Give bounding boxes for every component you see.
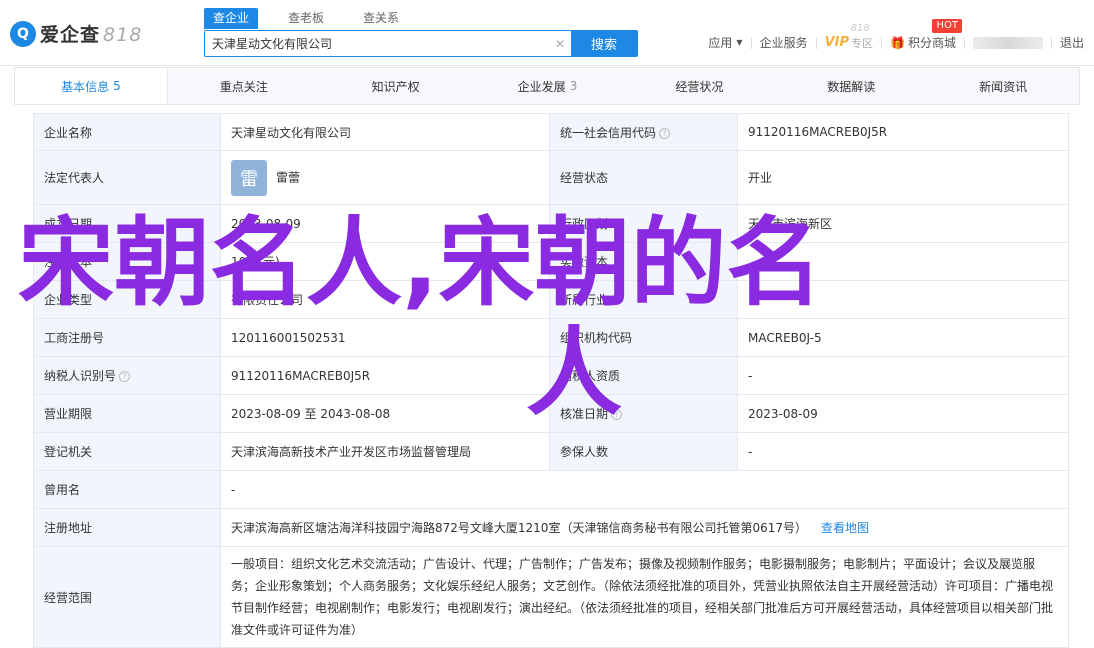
user-menu[interactable] (965, 36, 1051, 49)
search-button[interactable]: 搜索 (571, 31, 637, 56)
former-name-label: 曾用名 (33, 470, 221, 509)
help-icon[interactable]: ? (611, 409, 623, 420)
address-value: 天津滨海高新区塘沽海洋科技园宁海路872号文峰大厦1210室（天津锦信商务秘书有… (231, 521, 807, 535)
top-bar: Q 爱企查818 查企业 查老板 查关系 ✕ 搜索 应用▼ 企业服务 818 V… (0, 0, 1094, 66)
table-row: 成立日期 2023-08-09 行政区划 天津市滨海新区 (33, 204, 1069, 243)
avatar[interactable]: 雷 (231, 159, 267, 196)
est-date-value: 2023-08-09 (220, 204, 550, 243)
scope-label: 经营范围 (33, 546, 221, 648)
former-name-value: - (220, 470, 1069, 509)
table-row: 企业名称 天津星动文化有限公司 统一社会信用代码? 91120116MACREB… (33, 113, 1069, 151)
credit-code-value: 91120116MACREB0J5R (737, 113, 1069, 151)
org-code-label: 组织机构代码 (549, 318, 738, 357)
legal-rep-cell: 雷雷蕾 (220, 150, 550, 205)
address-cell: 天津滨海高新区塘沽海洋科技园宁海路872号文峰大厦1210室（天津锦信商务秘书有… (220, 508, 1069, 547)
insured-label: 参保人数 (549, 432, 738, 471)
table-row: 企业类型 有限责任公司 所属行业 (33, 280, 1069, 319)
logo-icon: Q (10, 20, 36, 47)
reg-no-label: 工商注册号 (33, 318, 221, 357)
user-name-blurred (972, 36, 1043, 49)
basic-info-table: 企业名称 天津星动文化有限公司 统一社会信用代码? 91120116MACREB… (33, 113, 1069, 648)
logout-link[interactable]: 退出 (1052, 34, 1094, 51)
tab-news[interactable]: 新闻资讯 (927, 68, 1079, 104)
company-name-label: 企业名称 (33, 113, 221, 151)
approve-date-label: 核准日期? (549, 394, 738, 433)
logo[interactable]: Q 爱企查 818 (10, 20, 142, 47)
tab-development[interactable]: 企业发展 3 (472, 68, 624, 104)
gift-icon: 🎁 (890, 35, 905, 50)
detail-tabs: 基本信息 5 重点关注 知识产权 企业发展 3 经营状况 数据解读 新闻资讯 (14, 67, 1080, 105)
vip-sub-label: 专区 (851, 36, 874, 50)
tab-operation[interactable]: 经营状况 (623, 68, 775, 104)
credit-code-label: 统一社会信用代码? (549, 113, 738, 151)
table-row: 曾用名 - (33, 470, 1069, 509)
taxpayer-id-label: 纳税人识别号? (33, 356, 221, 395)
tab-data-insight[interactable]: 数据解读 (775, 68, 927, 104)
company-type-label: 企业类型 (33, 280, 221, 319)
help-icon[interactable]: ? (119, 371, 131, 382)
taxpayer-id-value: 91120116MACREB0J5R (220, 356, 550, 395)
est-date-label: 成立日期 (33, 204, 221, 243)
company-name-value: 天津星动文化有限公司 (220, 113, 550, 151)
table-row: 工商注册号 120116001502531 组织机构代码 MACREB0J-5 (33, 318, 1069, 357)
insured-value: - (737, 432, 1069, 471)
authority-value: 天津滨海高新技术产业开发区市场监督管理局 (220, 432, 550, 471)
taxpayer-qual-label: 纳税人资质 (549, 356, 738, 395)
legal-rep-label: 法定代表人 (33, 150, 221, 205)
legal-rep-name[interactable]: 雷蕾 (276, 170, 300, 184)
tab-search-boss[interactable]: 查老板 (279, 8, 333, 29)
capital-value: 10万(元) (220, 242, 550, 281)
tab-basic-info[interactable]: 基本信息 5 (15, 68, 168, 104)
app-menu[interactable]: 应用 ▼ (700, 34, 750, 51)
vip-badge-num: 818 (850, 22, 870, 34)
address-label: 注册地址 (33, 508, 221, 547)
table-row: 注册地址 天津滨海高新区塘沽海洋科技园宁海路872号文峰大厦1210室（天津锦信… (33, 508, 1069, 547)
reg-no-value: 120116001502531 (220, 318, 550, 357)
status-label: 经营状态 (549, 150, 738, 205)
scope-value: 一般项目：组织文化艺术交流活动；广告设计、代理；广告制作；广告发布；摄像及视频制… (220, 546, 1069, 648)
clear-icon[interactable]: ✕ (549, 31, 571, 56)
logo-text: 爱企查 818 (40, 24, 143, 46)
table-row: 营业期限 2023-08-09 至 2043-08-08 核准日期? 2023-… (33, 394, 1069, 433)
company-type-value: 有限责任公司 (220, 280, 550, 319)
top-links: 应用 ▼ 企业服务 818 VIP 专区 🎁 积分商城 HOT 退出 (700, 19, 1094, 51)
table-row: 注册资本 10万(元) 实缴资本 (33, 242, 1069, 281)
table-row: 登记机关 天津滨海高新技术产业开发区市场监督管理局 参保人数 - (33, 432, 1069, 471)
search-box: ✕ 搜索 (204, 30, 638, 57)
tab-search-company[interactable]: 查企业 (204, 8, 259, 29)
search-tabs: 查企业 查老板 查关系 (204, 8, 429, 29)
hot-badge: HOT (932, 19, 962, 33)
caret-down-icon: ▼ (736, 38, 743, 47)
tab-search-relation[interactable]: 查关系 (354, 8, 408, 29)
industry-label: 所属行业 (549, 280, 738, 319)
tab-ip[interactable]: 知识产权 (320, 68, 472, 104)
authority-label: 登记机关 (33, 432, 221, 471)
status-value: 开业 (737, 150, 1069, 205)
vip-label: VIP (824, 35, 850, 50)
table-row: 法定代表人 雷雷蕾 经营状态 开业 (33, 150, 1069, 205)
region-label: 行政区划 (549, 204, 738, 243)
industry-value (737, 280, 1069, 319)
paid-capital-value (737, 242, 1069, 281)
taxpayer-qual-value: - (737, 356, 1069, 395)
approve-date-value: 2023-08-09 (737, 394, 1069, 433)
enterprise-service-link[interactable]: 企业服务 (752, 34, 816, 51)
vip-link[interactable]: 818 VIP 专区 (817, 23, 881, 51)
org-code-value: MACREB0J-5 (737, 318, 1069, 357)
help-icon[interactable]: ? (659, 127, 671, 139)
region-value: 天津市滨海新区 (737, 204, 1069, 243)
table-row: 纳税人识别号? 91120116MACREB0J5R 纳税人资质 - (33, 356, 1069, 395)
term-value: 2023-08-09 至 2043-08-08 (220, 394, 550, 433)
table-row: 经营范围 一般项目：组织文化艺术交流活动；广告设计、代理；广告制作；广告发布；摄… (33, 546, 1069, 648)
tab-key-focus[interactable]: 重点关注 (168, 68, 320, 104)
view-map-link[interactable]: 查看地图 (821, 521, 869, 535)
points-mall-link[interactable]: 🎁 积分商城 HOT (882, 19, 964, 51)
term-label: 营业期限 (33, 394, 221, 433)
capital-label: 注册资本 (33, 242, 221, 281)
paid-capital-label: 实缴资本 (549, 242, 738, 281)
search-input[interactable] (205, 31, 549, 56)
